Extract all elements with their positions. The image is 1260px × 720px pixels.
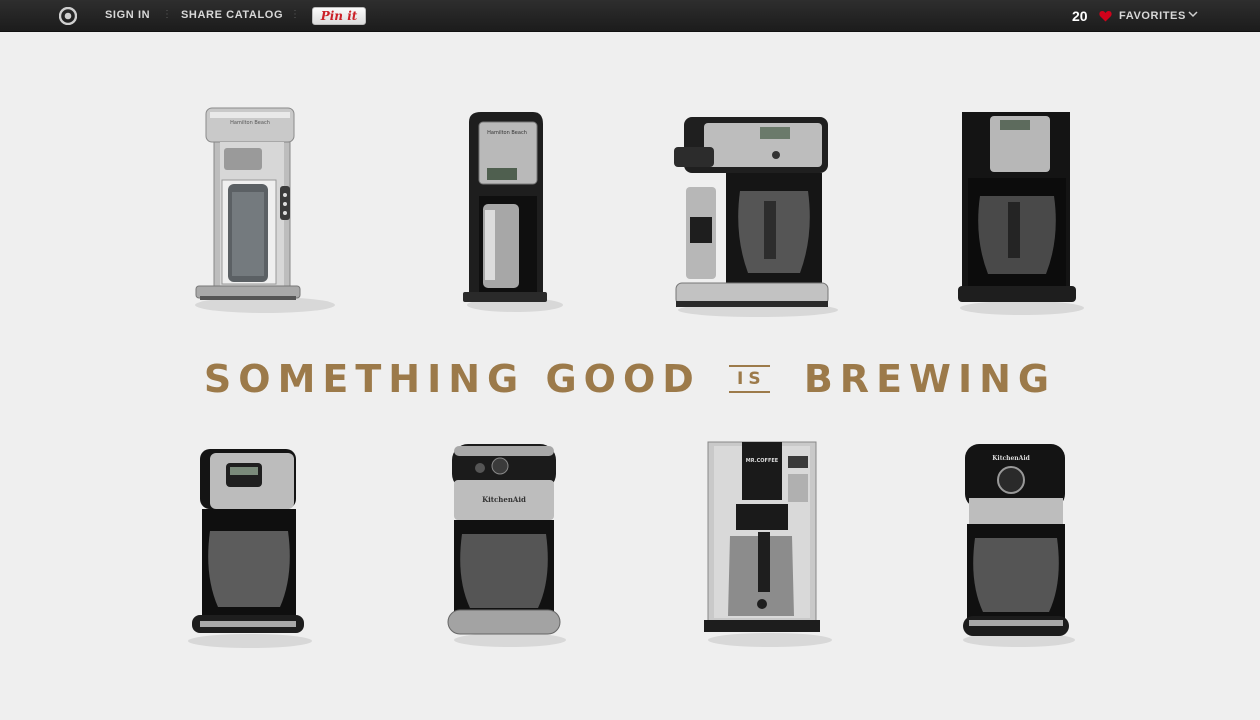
product-two-way-brewer[interactable] xyxy=(668,105,848,320)
coffee-maker-image xyxy=(188,449,312,648)
product-kitchenaid-round-coffee-maker[interactable]: KitchenAid xyxy=(955,440,1095,655)
favorites-menu[interactable]: FAVORITES xyxy=(1119,10,1186,22)
coffee-maker-image: MR.COFFEE xyxy=(704,441,832,647)
product-single-serve-black[interactable]: Hamilton Beach xyxy=(455,100,575,320)
pin-it-button[interactable]: Pin it xyxy=(312,7,366,25)
coffee-maker-image: KitchenAid xyxy=(447,444,566,647)
share-catalog-link[interactable]: SHARE CATALOG xyxy=(181,9,283,21)
product-single-serve-steel[interactable]: Hamilton Beach xyxy=(180,100,340,320)
coffee-maker-image xyxy=(674,117,838,317)
brand-label: KitchenAid xyxy=(482,495,526,504)
product-programmable-coffee-maker[interactable] xyxy=(182,445,332,655)
catalog-headline: SOMETHING GOOD IS BREWING xyxy=(0,350,1260,402)
product-kitchenaid-coffee-maker[interactable]: KitchenAid xyxy=(440,440,580,655)
headline-part-2: IS xyxy=(729,364,770,393)
sign-in-link[interactable]: SIGN IN xyxy=(105,9,150,21)
coffee-maker-image: KitchenAid xyxy=(963,444,1075,647)
divider: ⋮ xyxy=(290,9,300,20)
product-mr-coffee-thermal[interactable]: MR.COFFEE xyxy=(700,440,850,655)
chevron-down-icon[interactable] xyxy=(1188,11,1198,18)
target-logo-icon[interactable] xyxy=(59,7,77,25)
heart-icon[interactable] xyxy=(1099,10,1112,22)
favorites-count[interactable]: 20 xyxy=(1072,8,1088,24)
top-bar: SIGN IN ⋮ SHARE CATALOG ⋮ Pin it 20 FAVO… xyxy=(0,0,1260,32)
headline-part-1: SOMETHING GOOD xyxy=(203,356,701,401)
brand-label: KitchenAid xyxy=(992,455,1030,462)
product-black-coffee-maker[interactable] xyxy=(950,102,1100,320)
coffee-maker-image: Hamilton Beach xyxy=(195,107,335,313)
coffee-maker-image xyxy=(958,112,1084,315)
brand-label: Hamilton Beach xyxy=(487,130,527,136)
brand-label: Hamilton Beach xyxy=(230,120,270,126)
coffee-maker-image: Hamilton Beach xyxy=(463,112,563,312)
brand-label: MR.COFFEE xyxy=(746,458,779,464)
divider: ⋮ xyxy=(162,9,172,20)
headline-part-3: BREWING xyxy=(803,356,1057,401)
